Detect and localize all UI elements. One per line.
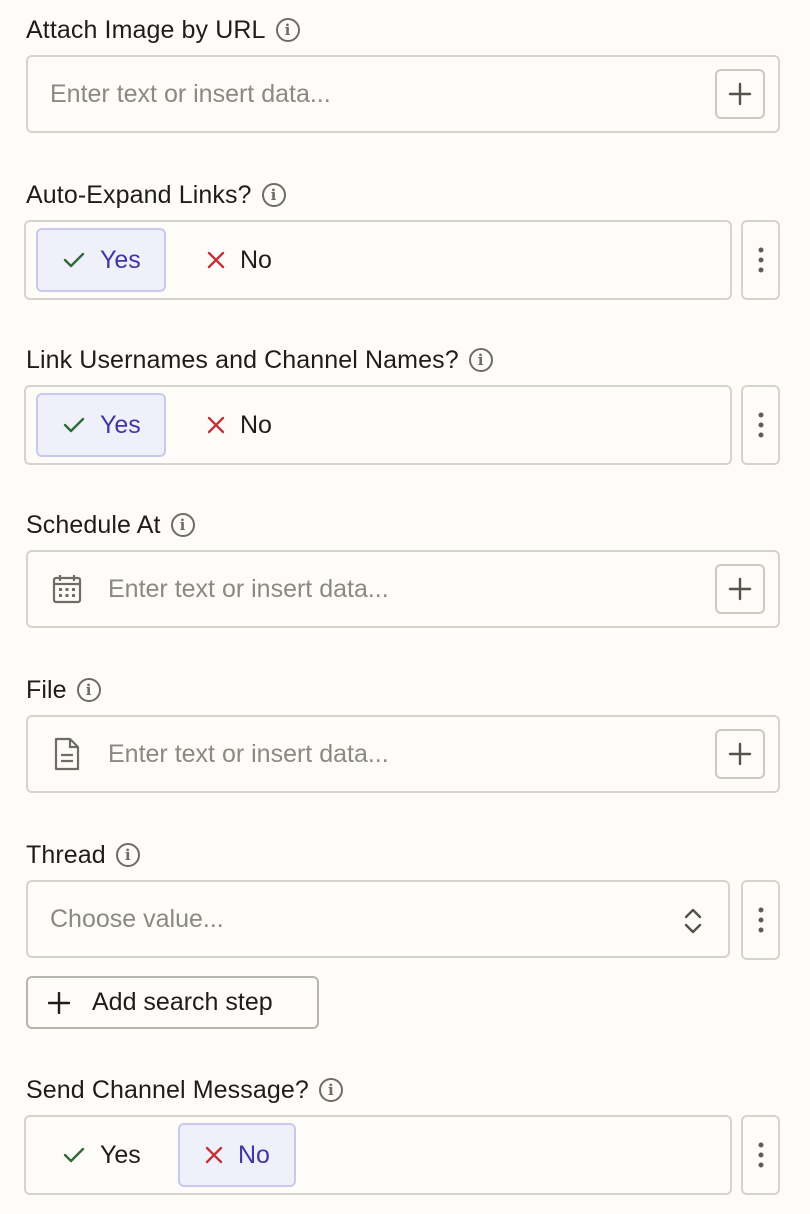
link-usernames-toggle-group: Yes No [24,385,732,465]
auto-expand-more-button[interactable] [741,220,780,300]
field-label-link-usernames: Link Usernames and Channel Names? i [26,343,493,377]
x-icon [207,251,225,269]
file-icon [50,737,84,771]
info-icon[interactable]: i [76,678,101,702]
schedule-at-input[interactable]: Enter text or insert data... [26,550,780,628]
info-icon[interactable]: i [275,18,300,42]
info-icon[interactable]: i [170,513,195,537]
check-icon [63,252,85,268]
field-label-thread: Thread i [26,838,140,872]
x-icon [207,416,225,434]
link-usernames-yes-option[interactable]: Yes [36,393,166,457]
insert-data-button[interactable] [715,564,765,614]
send-channel-yes-option[interactable]: Yes [36,1123,166,1187]
field-label-attach-image: Attach Image by URL i [26,13,300,47]
info-icon[interactable]: i [115,843,140,867]
plus-icon [728,577,752,601]
info-icon[interactable]: i [318,1078,343,1102]
file-placeholder: Enter text or insert data... [108,739,389,768]
insert-data-button[interactable] [715,729,765,779]
file-input[interactable]: Enter text or insert data... [26,715,780,793]
chevron-up-down-icon [684,908,702,934]
send-channel-more-button[interactable] [741,1115,780,1195]
x-icon [205,1146,223,1164]
field-label-send-channel: Send Channel Message? i [26,1073,343,1107]
thread-placeholder: Choose value... [50,904,224,933]
plus-icon [48,991,70,1014]
auto-expand-no-option[interactable]: No [202,228,312,292]
check-icon [63,417,85,433]
link-usernames-more-button[interactable] [741,385,780,465]
field-label-auto-expand: Auto-Expand Links? i [26,178,286,212]
send-channel-no-option[interactable]: No [178,1123,296,1187]
kebab-menu-icon [758,247,763,273]
plus-icon [728,82,752,106]
info-icon[interactable]: i [468,348,493,372]
insert-data-button[interactable] [715,69,765,119]
attach-image-input[interactable]: Enter text or insert data... [26,55,780,133]
plus-icon [728,742,752,766]
info-icon[interactable]: i [261,183,286,207]
link-usernames-no-option[interactable]: No [202,393,312,457]
field-label-schedule-at: Schedule At i [26,508,195,542]
attach-image-placeholder: Enter text or insert data... [50,79,331,108]
check-icon [63,1147,85,1163]
auto-expand-yes-option[interactable]: Yes [36,228,166,292]
send-channel-toggle-group: Yes No [24,1115,732,1195]
add-search-step-button[interactable]: Add search step [26,976,319,1029]
thread-select[interactable]: Choose value... [26,880,730,958]
kebab-menu-icon [758,907,763,933]
kebab-menu-icon [758,1142,763,1168]
schedule-at-placeholder: Enter text or insert data... [108,574,389,603]
thread-more-button[interactable] [741,880,780,960]
calendar-icon [50,572,84,606]
field-label-file: File i [26,673,101,707]
auto-expand-toggle-group: Yes No [24,220,732,300]
kebab-menu-icon [758,412,763,438]
